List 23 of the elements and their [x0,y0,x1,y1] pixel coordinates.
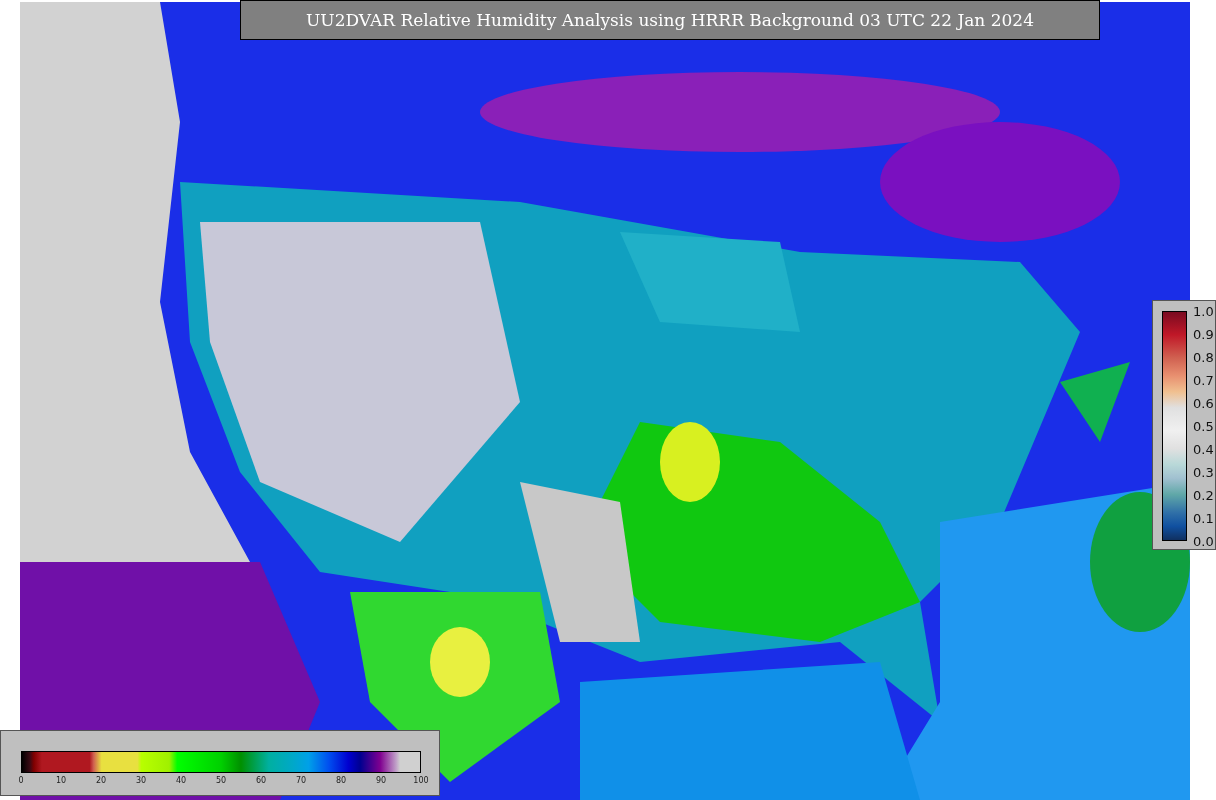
colorbar-tick-label: 0.9 [1193,326,1214,342]
colorbar-tick-label: 0.5 [1193,418,1214,434]
colorbar-tick-label: 100 [413,776,429,785]
colorbar-tick-label: 60 [255,776,267,785]
colorbar-tick-label: 0.7 [1193,372,1214,388]
colorbar-tick-label: 20 [95,776,107,785]
colorbar-tick-label: 70 [295,776,307,785]
colorbar-tick-label: 0.1 [1193,510,1214,526]
colorbar-tick-label: 50 [215,776,227,785]
colorbar-tick-label: 10 [55,776,67,785]
map-title: UU2DVAR Relative Humidity Analysis using HRRR Background 03 UTC 22 Jan 2024 [240,0,1100,40]
colorbar-tick-label: 0.3 [1193,464,1214,480]
colorbar-tick-label: 1.0 [1193,303,1214,319]
colorbar-tick-label: 0.4 [1193,441,1214,457]
colorbar-tick-label: 40 [175,776,187,785]
colorbar-tick-label: 0.0 [1193,533,1214,549]
colorbar-tick-label: 0.8 [1193,349,1214,365]
colorbar-tick-label: 80 [335,776,347,785]
colorbar-tick-label: 0.2 [1193,487,1214,503]
colorbar-tick-label: 0 [18,776,24,785]
colorbar-tick-label: 30 [135,776,147,785]
colorbar-tick-label: 90 [375,776,387,785]
colorbar-tick-label: 0.6 [1193,395,1214,411]
